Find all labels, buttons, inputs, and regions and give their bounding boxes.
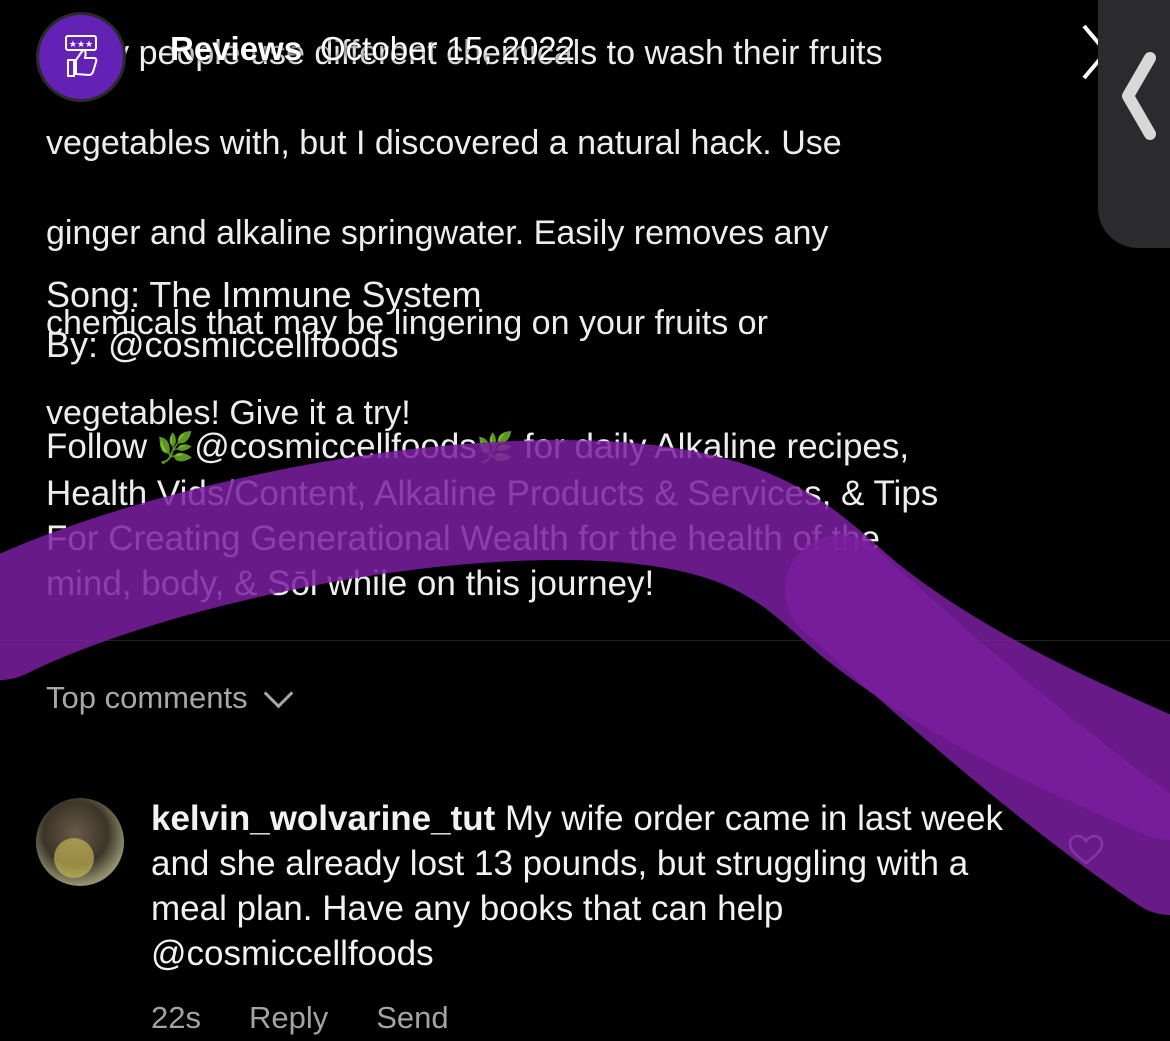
- follow-text: For Creating Generational Wealth for the…: [46, 519, 881, 558]
- section-divider: [0, 640, 1170, 641]
- caption-line: ginger and alkaline springwater. Easily …: [46, 214, 829, 252]
- svg-text:★★★: ★★★: [69, 40, 93, 50]
- story-date: October 15, 2022: [320, 30, 576, 67]
- avatar[interactable]: [36, 798, 124, 886]
- caption-line: vegetables with, but I discovered a natu…: [46, 124, 842, 162]
- follow-word: Follow: [46, 427, 148, 466]
- chevron-down-icon: [263, 678, 293, 708]
- song-credit: Song: The Immune System By: @cosmiccellf…: [46, 270, 482, 370]
- follow-text: Health Vids/Content, Alkaline Products &…: [46, 474, 939, 513]
- comment-actions: 22s Reply Send: [151, 1000, 449, 1036]
- top-comments-toggle[interactable]: Top comments: [46, 678, 293, 716]
- song-artist[interactable]: By: @cosmiccellfoods: [46, 320, 482, 370]
- follow-paragraph: Follow 🌿@cosmiccellfoods🌿 for daily Alka…: [46, 424, 1126, 606]
- thumbs-up-rating-icon[interactable]: ★★★: [36, 12, 126, 102]
- post-caption: Many people use different chemicals to w…: [46, 0, 1126, 481]
- follow-text: mind, body, & Sōl while on this journey!: [46, 564, 655, 603]
- herb-icon: 🌿: [476, 432, 515, 465]
- top-comments-label: Top comments: [46, 680, 248, 715]
- follow-text: for daily Alkaline recipes,: [523, 427, 910, 466]
- mention-link[interactable]: @cosmiccellfoods: [194, 427, 477, 466]
- send-button[interactable]: Send: [376, 1000, 448, 1036]
- story-title: Reviews: [170, 30, 303, 67]
- heart-icon[interactable]: [1068, 834, 1104, 866]
- comment-username[interactable]: kelvin_wolvarine_tut: [151, 799, 495, 838]
- chevron-left-icon[interactable]: [1118, 52, 1158, 140]
- song-title: Song: The Immune System: [46, 274, 482, 315]
- comment-text-block: kelvin_wolvarine_tut My wife order came …: [151, 796, 1011, 976]
- herb-icon: 🌿: [156, 432, 195, 465]
- comment-timestamp: 22s: [151, 1000, 201, 1035]
- reply-button[interactable]: Reply: [249, 1000, 328, 1036]
